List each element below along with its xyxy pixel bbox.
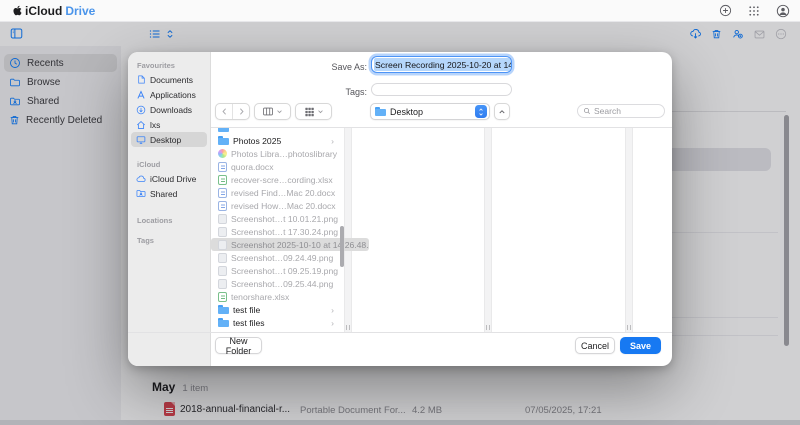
file-row-screenshot-t-17-30-24-png[interactable]: Screenshot…t 17.30.24.png xyxy=(211,225,338,238)
doc-icon xyxy=(136,74,146,85)
file-row-tenorshare-xlsx[interactable]: tenorshare.xlsx xyxy=(211,290,338,303)
dialog-sidebar-list: FavouritesDocumentsApplicationsDownloads… xyxy=(128,58,210,247)
file-row-screenshot-09-24-49-png[interactable]: Screenshot…09.24.49.png xyxy=(211,251,338,264)
file-row-photos-2025[interactable]: Photos 2025› xyxy=(211,134,338,147)
dialog-sidebar-item-documents[interactable]: Documents xyxy=(131,72,207,87)
cloud-icon xyxy=(136,174,146,184)
docx-file-icon xyxy=(218,201,227,211)
resize-handle-icon xyxy=(346,325,350,330)
chevron-right-icon: › xyxy=(331,305,334,315)
collapse-button[interactable] xyxy=(494,103,510,120)
search-field[interactable] xyxy=(577,104,665,118)
app-title: iCloud Drive xyxy=(13,4,95,18)
file-row-test-files[interactable]: test files› xyxy=(211,316,338,329)
product-name: Drive xyxy=(65,4,95,18)
new-folder-button[interactable]: New Folder xyxy=(215,337,262,354)
app-header: iCloud Drive xyxy=(0,0,800,22)
column-resize-1[interactable] xyxy=(344,128,352,332)
folder-icon xyxy=(218,136,229,145)
location-value: Desktop xyxy=(390,107,475,117)
forward-button[interactable] xyxy=(232,104,249,119)
columns-view-button[interactable] xyxy=(254,103,291,120)
xlsx-file-icon xyxy=(218,175,227,185)
chevron-down-icon xyxy=(317,108,324,115)
select-arrows-icon xyxy=(475,105,487,118)
image-file-icon xyxy=(218,253,227,263)
appA-icon xyxy=(136,90,146,100)
chevron-right-icon: › xyxy=(331,318,334,328)
column-resize-2[interactable] xyxy=(484,128,492,332)
file-row-screenshot-2025-10-10-at-14-26-48-png[interactable]: Screenshot 2025-10-10 at 14.26.48.png xyxy=(211,238,369,251)
account-button[interactable] xyxy=(776,4,790,18)
add-button[interactable] xyxy=(719,4,732,17)
file-row-screenshot-t-10-01-21-png[interactable]: Screenshot…t 10.01.21.png xyxy=(211,212,338,225)
tags-field[interactable] xyxy=(371,83,512,96)
save-dialog: FavouritesDocumentsApplicationsDownloads… xyxy=(128,52,672,366)
chevron-down-icon xyxy=(276,108,283,115)
tags-label: Tags: xyxy=(307,87,367,97)
apple-icon xyxy=(13,5,22,16)
dialog-sidebar-item-downloads[interactable]: Downloads xyxy=(131,102,207,117)
dialog-sidebar: FavouritesDocumentsApplicationsDownloads… xyxy=(128,52,211,366)
file-list: Photos 2025›Photos Libra…photoslibraryqu… xyxy=(211,128,344,332)
sidebar-section-locations: Locations xyxy=(128,213,210,227)
file-row-test-file[interactable]: test file› xyxy=(211,303,338,316)
docx-file-icon xyxy=(218,188,227,198)
file-row-revised-how-mac-20-docx[interactable]: revised How…Mac 20.docx xyxy=(211,199,338,212)
location-select[interactable]: Desktop xyxy=(370,103,490,120)
save-as-field[interactable]: Screen Recording 2025-10-20 at 14 xyxy=(371,56,512,73)
image-file-icon xyxy=(218,266,227,276)
file-row-photos-libra-photoslibrary[interactable]: Photos Libra…photoslibrary xyxy=(211,147,338,160)
grid-view-button[interactable] xyxy=(295,103,332,120)
sharedfolder-icon xyxy=(136,188,146,199)
cancel-button[interactable]: Cancel xyxy=(575,337,615,354)
photos-file-icon xyxy=(218,149,227,158)
folder-icon xyxy=(218,128,229,132)
docx-file-icon xyxy=(218,162,227,172)
folder-icon xyxy=(218,305,229,314)
columns-view-icon xyxy=(262,106,274,117)
file-row-revised-find-mac-20-docx[interactable]: revised Find…Mac 20.docx xyxy=(211,186,338,199)
sidebar-section-tags: Tags xyxy=(128,233,210,247)
file-rows: Photos 2025›Photos Libra…photoslibraryqu… xyxy=(211,134,344,329)
downloads-icon xyxy=(136,105,146,115)
save-button[interactable]: Save xyxy=(620,337,661,354)
save-as-label: Save As: xyxy=(307,62,367,72)
back-button[interactable] xyxy=(216,104,232,119)
resize-handle-icon xyxy=(627,325,631,330)
search-icon xyxy=(583,107,591,115)
dialog-sidebar-item-applications[interactable]: Applications xyxy=(131,87,207,102)
image-file-icon xyxy=(218,240,227,250)
dialog-sidebar-item-shared[interactable]: Shared xyxy=(131,186,207,201)
search-input[interactable] xyxy=(594,106,659,116)
dialog-sidebar-item-desktop[interactable]: Desktop xyxy=(131,132,207,147)
file-row-screenshot-09-25-44-png[interactable]: Screenshot…09.25.44.png xyxy=(211,277,338,290)
grid-view-icon xyxy=(304,106,315,117)
dialog-sidebar-item-lxs[interactable]: lxs xyxy=(131,117,207,132)
home-icon xyxy=(136,120,146,130)
file-row-recover-scre-cording-xlsx[interactable]: recover-scre…cording.xlsx xyxy=(211,173,338,186)
apps-grid-button[interactable] xyxy=(748,5,760,17)
desktop-icon xyxy=(136,135,146,145)
save-as-value: Screen Recording 2025-10-20 at 14 xyxy=(374,58,512,71)
nav-group xyxy=(215,103,250,120)
column-resize-3[interactable] xyxy=(625,128,633,332)
xlsx-file-icon xyxy=(218,292,227,302)
folder-icon xyxy=(375,107,386,116)
sidebar-section-favourites: Favourites xyxy=(128,58,210,72)
chevron-right-icon: › xyxy=(331,136,334,146)
brand-name: iCloud xyxy=(25,4,62,18)
folder-icon xyxy=(218,318,229,327)
sidebar-section-icloud: iCloud xyxy=(128,157,210,171)
footer-divider xyxy=(128,332,672,333)
resize-handle-icon xyxy=(486,325,490,330)
image-file-icon xyxy=(218,279,227,289)
dialog-sidebar-item-icloud-drive[interactable]: iCloud Drive xyxy=(131,171,207,186)
image-file-icon xyxy=(218,214,227,224)
image-file-icon xyxy=(218,227,227,237)
file-row-screenshot-t-09-25-19-png[interactable]: Screenshot…t 09.25.19.png xyxy=(211,264,338,277)
file-list-scrollbar[interactable] xyxy=(340,226,344,267)
file-row-quora-docx[interactable]: quora.docx xyxy=(211,160,338,173)
